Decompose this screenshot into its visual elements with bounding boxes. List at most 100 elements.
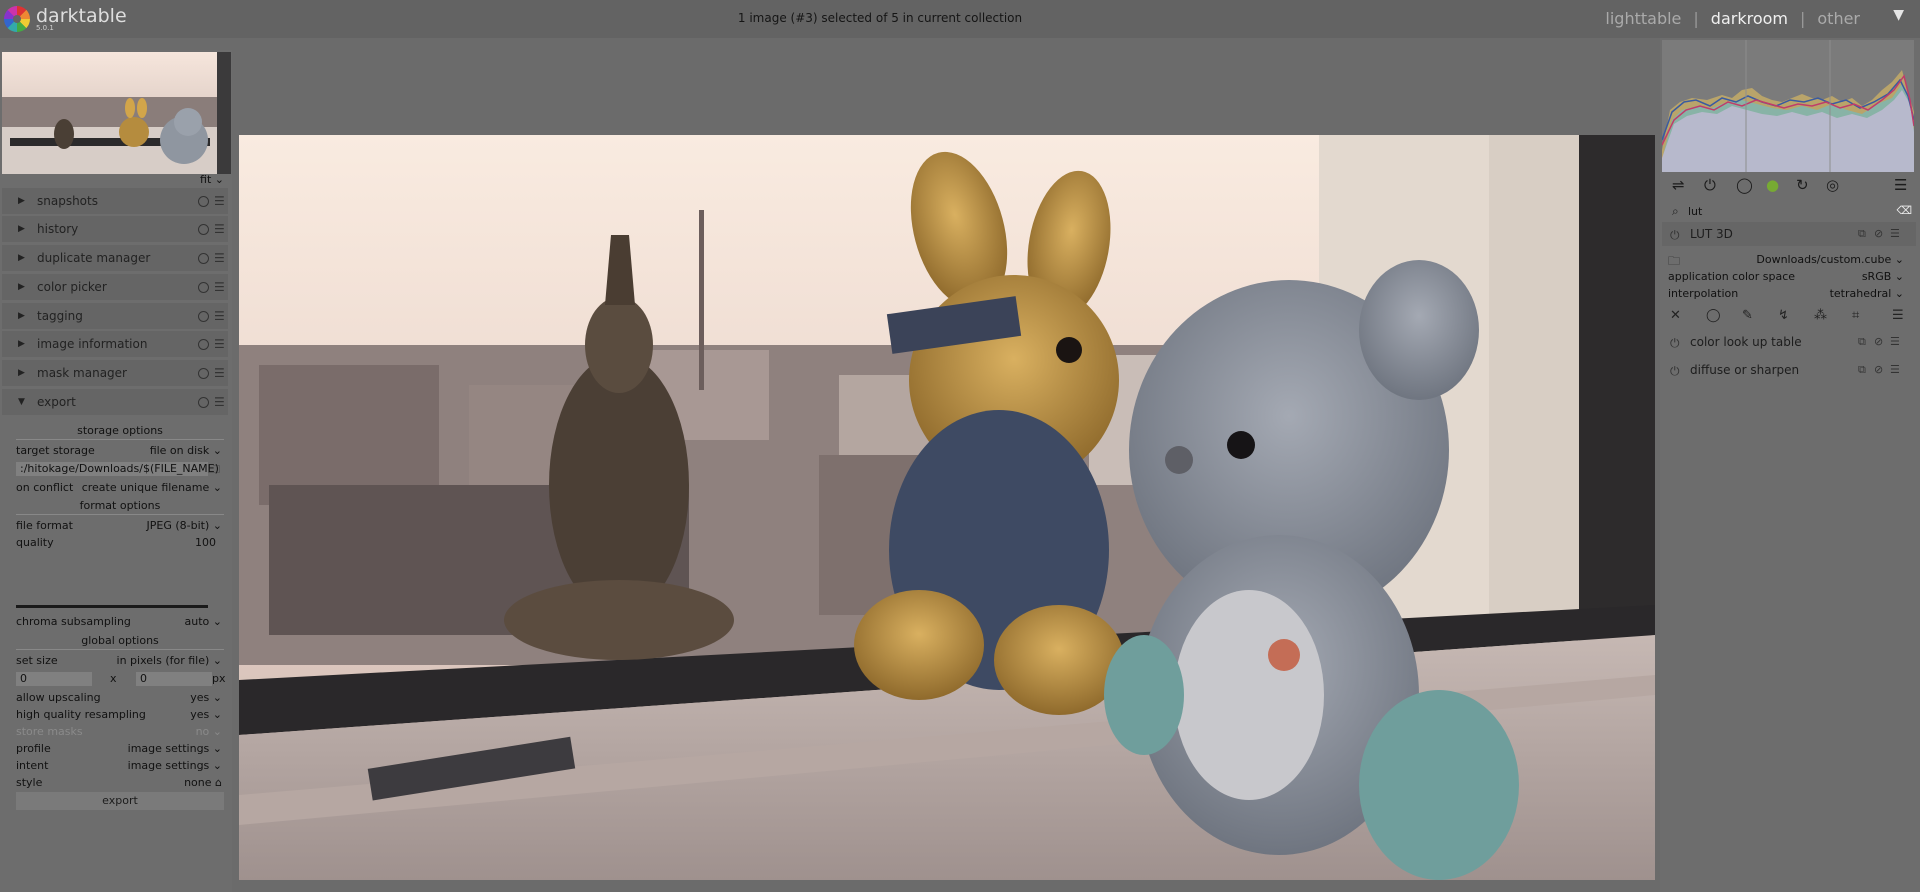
base-group-icon[interactable]: ◯ <box>1736 176 1753 194</box>
module-history[interactable]: ▶ history ☰ <box>2 216 228 242</box>
module-duplicate-manager[interactable]: ▶ duplicate manager ☰ <box>2 245 228 271</box>
allow-upscaling-dropdown[interactable]: allow upscaling yes ⌄ <box>16 690 222 707</box>
on-conflict-label: on conflict <box>16 481 74 494</box>
chevron-down-icon: ⌄ <box>1894 287 1904 300</box>
file-format-dropdown[interactable]: file format JPEG (8-bit) ⌄ <box>16 518 222 535</box>
blend-drawn-parametric-icon[interactable]: ⁂ <box>1814 308 1827 323</box>
height-input[interactable]: 0 <box>136 672 212 686</box>
blend-parametric-icon[interactable]: ↯ <box>1778 308 1789 323</box>
quality-slider-bar[interactable] <box>16 605 208 608</box>
power-icon[interactable]: ⏻ <box>1670 359 1680 383</box>
on-conflict-dropdown[interactable]: on conflict create unique filename ⌄ <box>16 480 222 497</box>
module-image-information[interactable]: ▶ image information ☰ <box>2 331 228 357</box>
style-dropdown[interactable]: style none ⌂ <box>16 775 222 792</box>
search-input[interactable]: lut <box>1688 205 1702 218</box>
presets-icon[interactable]: ☰ <box>1890 330 1900 354</box>
profile-value: image settings <box>127 742 210 755</box>
navigation-thumbnail[interactable] <box>2 52 231 174</box>
expand-icon: ▶ <box>18 282 25 292</box>
module-export[interactable]: ▼ export ☰ <box>2 389 228 415</box>
reset-icon[interactable] <box>198 253 209 264</box>
presets-icon[interactable]: ☰ <box>214 274 225 300</box>
lut-file-dropdown[interactable]: Downloads/custom.cube ⌄ <box>1668 252 1912 269</box>
presets-icon[interactable]: ☰ <box>214 331 225 357</box>
histogram[interactable] <box>1661 40 1915 172</box>
presets-icon[interactable]: ☰ <box>1894 176 1907 194</box>
on-conflict-value: create unique filename <box>81 481 210 494</box>
blend-drawn-mask-icon[interactable]: ✎ <box>1742 308 1753 323</box>
reset-icon[interactable] <box>198 311 209 322</box>
power-icon[interactable]: ⏻ <box>1670 223 1680 247</box>
reset-icon[interactable] <box>198 224 209 235</box>
zoom-dropdown[interactable]: fit ⌄ <box>200 173 224 186</box>
view-darkroom[interactable]: darkroom <box>1711 9 1788 28</box>
target-storage-dropdown[interactable]: target storage file on disk ⌄ <box>16 443 222 460</box>
interpolation-dropdown[interactable]: interpolation tetrahedral ⌄ <box>1668 286 1912 303</box>
reset-icon[interactable]: ⊘ <box>1874 330 1883 354</box>
app-version: 5.0.1 <box>36 24 54 32</box>
views-menu-chevron-icon[interactable]: ▼ <box>1893 7 1904 23</box>
reset-icon[interactable] <box>198 282 209 293</box>
blend-off-icon[interactable]: ✕ <box>1670 308 1681 323</box>
multi-instance-icon[interactable]: ⧉ <box>1858 222 1866 246</box>
presets-icon[interactable]: ☰ <box>214 360 225 386</box>
presets-icon[interactable]: ☰ <box>214 245 225 271</box>
intent-dropdown[interactable]: intent image settings ⌄ <box>16 758 222 775</box>
module-diffuse-sharpen-header[interactable]: ⏻ diffuse or sharpen ⧉ ⊘ ☰ <box>1662 358 1916 382</box>
module-search[interactable]: ⌕ lut ⌫ <box>1672 204 1912 220</box>
chroma-subsampling-dropdown[interactable]: chroma subsampling auto ⌄ <box>16 614 222 631</box>
file-format-label: file format <box>16 519 73 532</box>
reset-icon[interactable] <box>198 368 209 379</box>
module-color-lut-header[interactable]: ⏻ color look up table ⧉ ⊘ ☰ <box>1662 330 1916 354</box>
width-input[interactable]: 0 <box>16 672 92 686</box>
reset-icon[interactable] <box>198 397 209 408</box>
reset-icon[interactable]: ⊘ <box>1874 222 1883 246</box>
quality-slider[interactable]: quality 100 <box>16 535 222 552</box>
view-switcher: lighttable | darkroom | other <box>1605 9 1860 28</box>
clear-search-icon[interactable]: ⌫ <box>1896 204 1912 217</box>
collection-info: 1 image (#3) selected of 5 in current co… <box>737 11 1023 25</box>
export-button[interactable]: export <box>16 792 224 810</box>
presets-icon[interactable]: ☰ <box>214 303 225 329</box>
set-size-dropdown[interactable]: set size in pixels (for file) ⌄ <box>16 653 222 670</box>
color-group-icon[interactable]: ● <box>1766 176 1779 194</box>
blend-raster-icon[interactable]: ⌗ <box>1852 308 1859 323</box>
chevron-down-icon: ⌄ <box>214 173 224 186</box>
set-size-label: set size <box>16 654 58 667</box>
module-lut3d-header[interactable]: ⏻ LUT 3D ⧉ ⊘ ☰ <box>1662 222 1916 246</box>
interp-value: tetrahedral <box>1829 287 1892 300</box>
hq-resampling-dropdown[interactable]: high quality resampling yes ⌄ <box>16 707 222 724</box>
quick-access-icon[interactable]: ⇌ <box>1672 176 1685 194</box>
active-modules-icon[interactable]: ⏻ <box>1704 176 1716 194</box>
view-lighttable[interactable]: lighttable <box>1605 9 1681 28</box>
module-label: history <box>37 222 79 236</box>
module-mask-manager[interactable]: ▶ mask manager ☰ <box>2 360 228 386</box>
view-other[interactable]: other <box>1817 9 1860 28</box>
blend-uniform-icon[interactable]: ◯ <box>1706 308 1721 323</box>
reset-icon[interactable] <box>198 339 209 350</box>
presets-icon[interactable]: ☰ <box>214 216 225 242</box>
module-color-picker[interactable]: ▶ color picker ☰ <box>2 274 228 300</box>
export-path-input[interactable]: :/hitokage/Downloads/$(FILE_NAME) <box>16 462 219 476</box>
style-value: none <box>184 776 212 789</box>
presets-icon[interactable]: ☰ <box>1890 222 1900 246</box>
module-tagging[interactable]: ▶ tagging ☰ <box>2 303 228 329</box>
main-image[interactable] <box>239 135 1655 880</box>
module-snapshots[interactable]: ▶ snapshots ☰ <box>2 188 228 214</box>
presets-icon[interactable]: ☰ <box>1892 308 1904 323</box>
effect-group-icon[interactable]: ◎ <box>1826 176 1839 194</box>
app-color-space-dropdown[interactable]: application color space sRGB ⌄ <box>1668 269 1912 286</box>
chevron-down-icon: ⌄ <box>212 519 222 532</box>
multi-instance-icon[interactable]: ⧉ <box>1858 330 1866 354</box>
presets-icon[interactable]: ☰ <box>1890 358 1900 382</box>
reset-icon[interactable]: ⊘ <box>1874 358 1883 382</box>
correct-group-icon[interactable]: ↻ <box>1796 176 1809 194</box>
power-icon[interactable]: ⏻ <box>1670 331 1680 355</box>
presets-icon[interactable]: ☰ <box>214 188 225 214</box>
profile-dropdown[interactable]: profile image settings ⌄ <box>16 741 222 758</box>
presets-icon[interactable]: ☰ <box>214 389 225 415</box>
multi-instance-icon[interactable]: ⧉ <box>1858 358 1866 382</box>
hq-label: high quality resampling <box>16 708 146 721</box>
folder-icon[interactable]: 🗀 <box>208 460 220 481</box>
reset-icon[interactable] <box>198 196 209 207</box>
